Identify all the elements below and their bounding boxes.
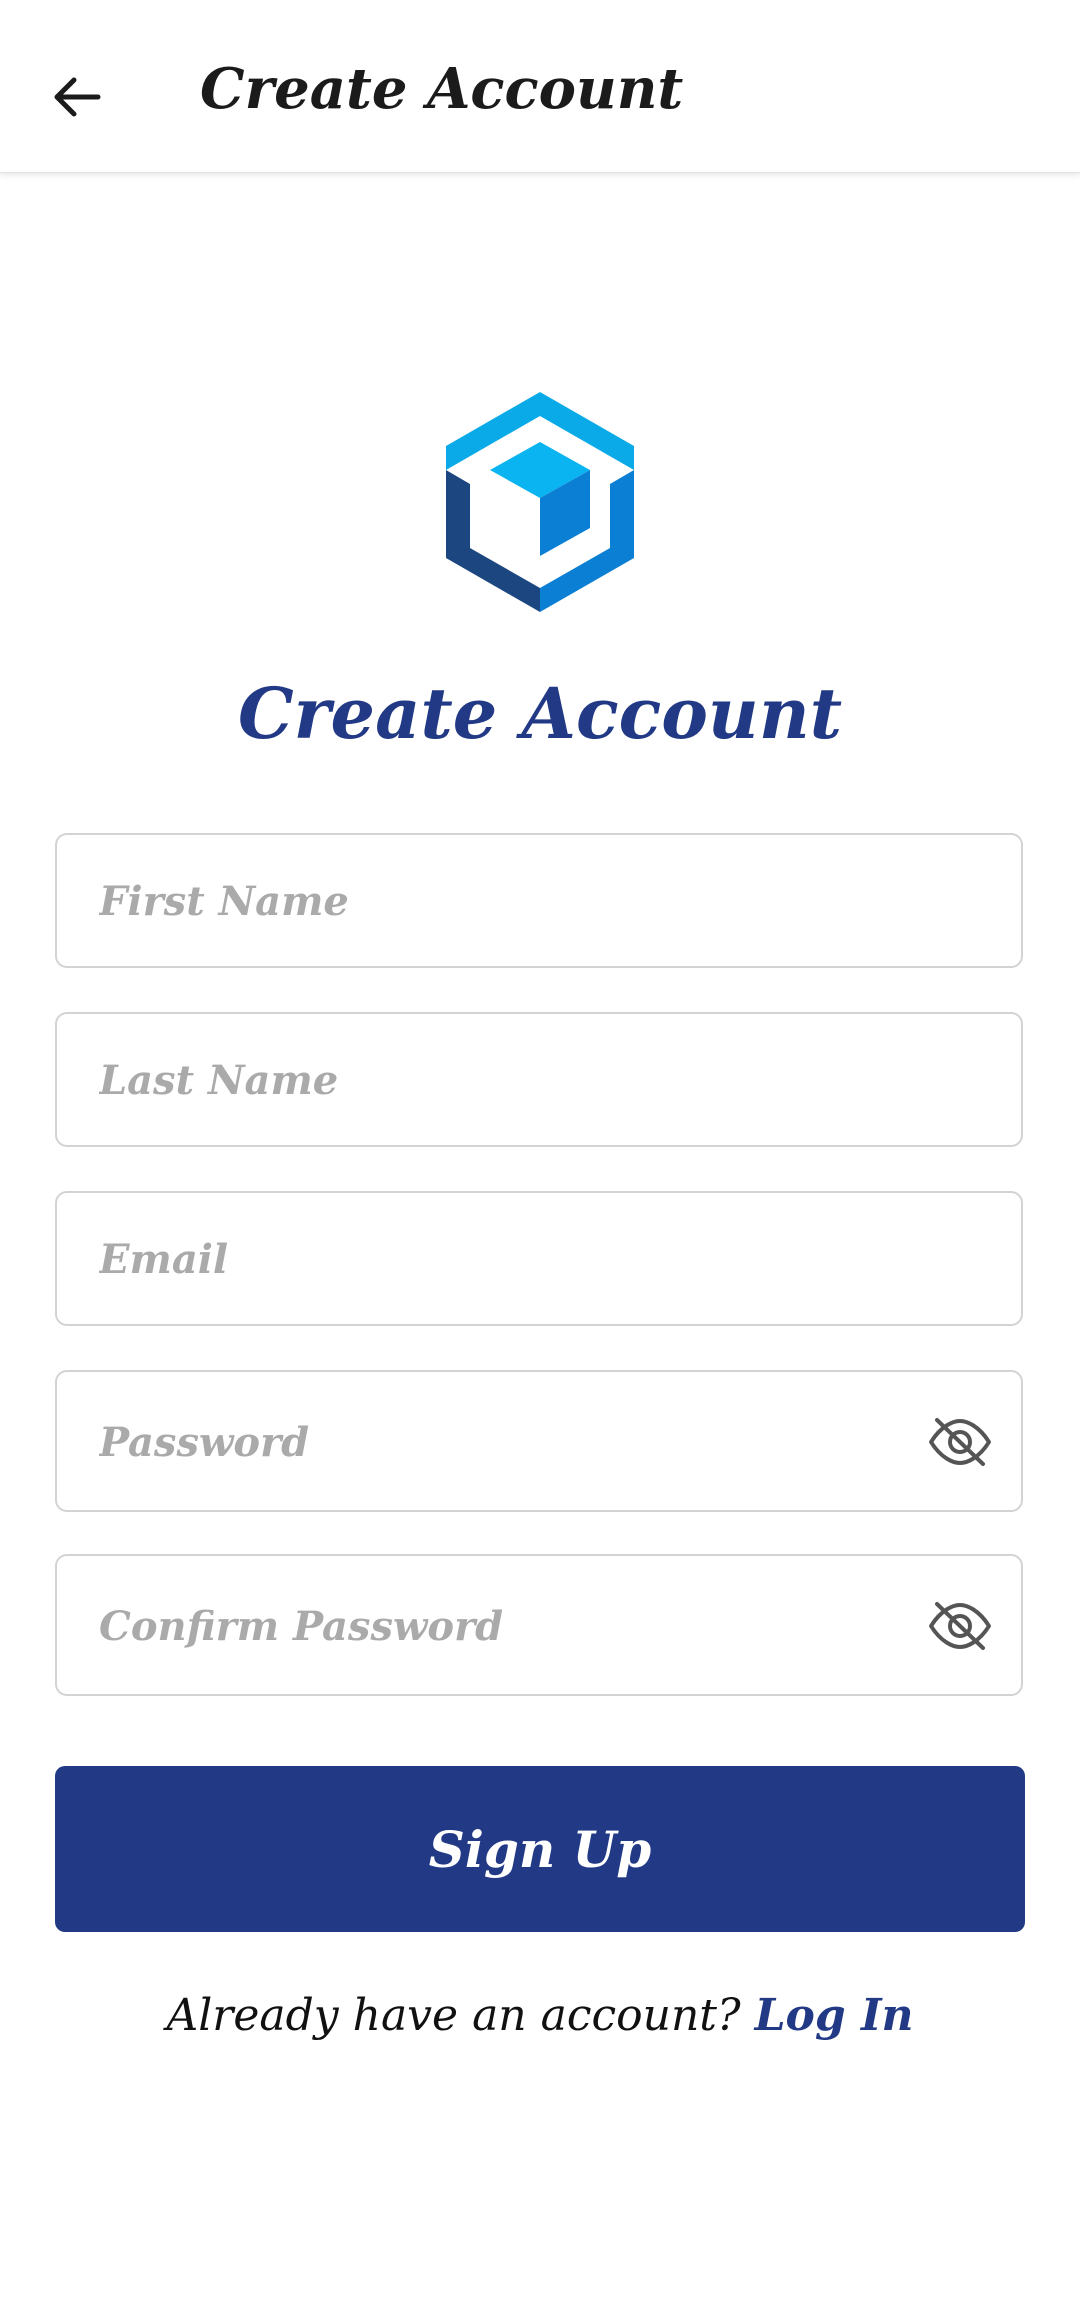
- eye-off-icon[interactable]: [927, 1600, 993, 1652]
- login-prompt: Already have an account? Log In: [0, 1990, 1080, 2041]
- app-logo: [440, 390, 640, 615]
- login-link[interactable]: Log In: [755, 1990, 914, 2041]
- sign-up-button[interactable]: Sign Up: [55, 1766, 1025, 1932]
- last-name-input[interactable]: [97, 1014, 921, 1147]
- app-bar-title: Create Account: [200, 56, 684, 122]
- cube-logo-icon: [446, 392, 634, 612]
- login-prompt-text: Already have an account?: [166, 1990, 741, 2041]
- password-input[interactable]: [97, 1372, 921, 1512]
- password-field[interactable]: [55, 1370, 1023, 1512]
- email-input[interactable]: [97, 1193, 921, 1326]
- back-button[interactable]: [42, 62, 112, 132]
- first-name-input[interactable]: [97, 835, 921, 968]
- last-name-field[interactable]: [55, 1012, 1023, 1147]
- app-bar: Create Account: [0, 0, 1080, 173]
- arrow-left-icon: [54, 77, 101, 117]
- first-name-field[interactable]: [55, 833, 1023, 968]
- confirm-password-input[interactable]: [97, 1556, 921, 1696]
- confirm-password-field[interactable]: [55, 1554, 1023, 1696]
- page-title: Create Account: [237, 672, 843, 755]
- eye-off-icon[interactable]: [927, 1416, 993, 1468]
- email-field[interactable]: [55, 1191, 1023, 1326]
